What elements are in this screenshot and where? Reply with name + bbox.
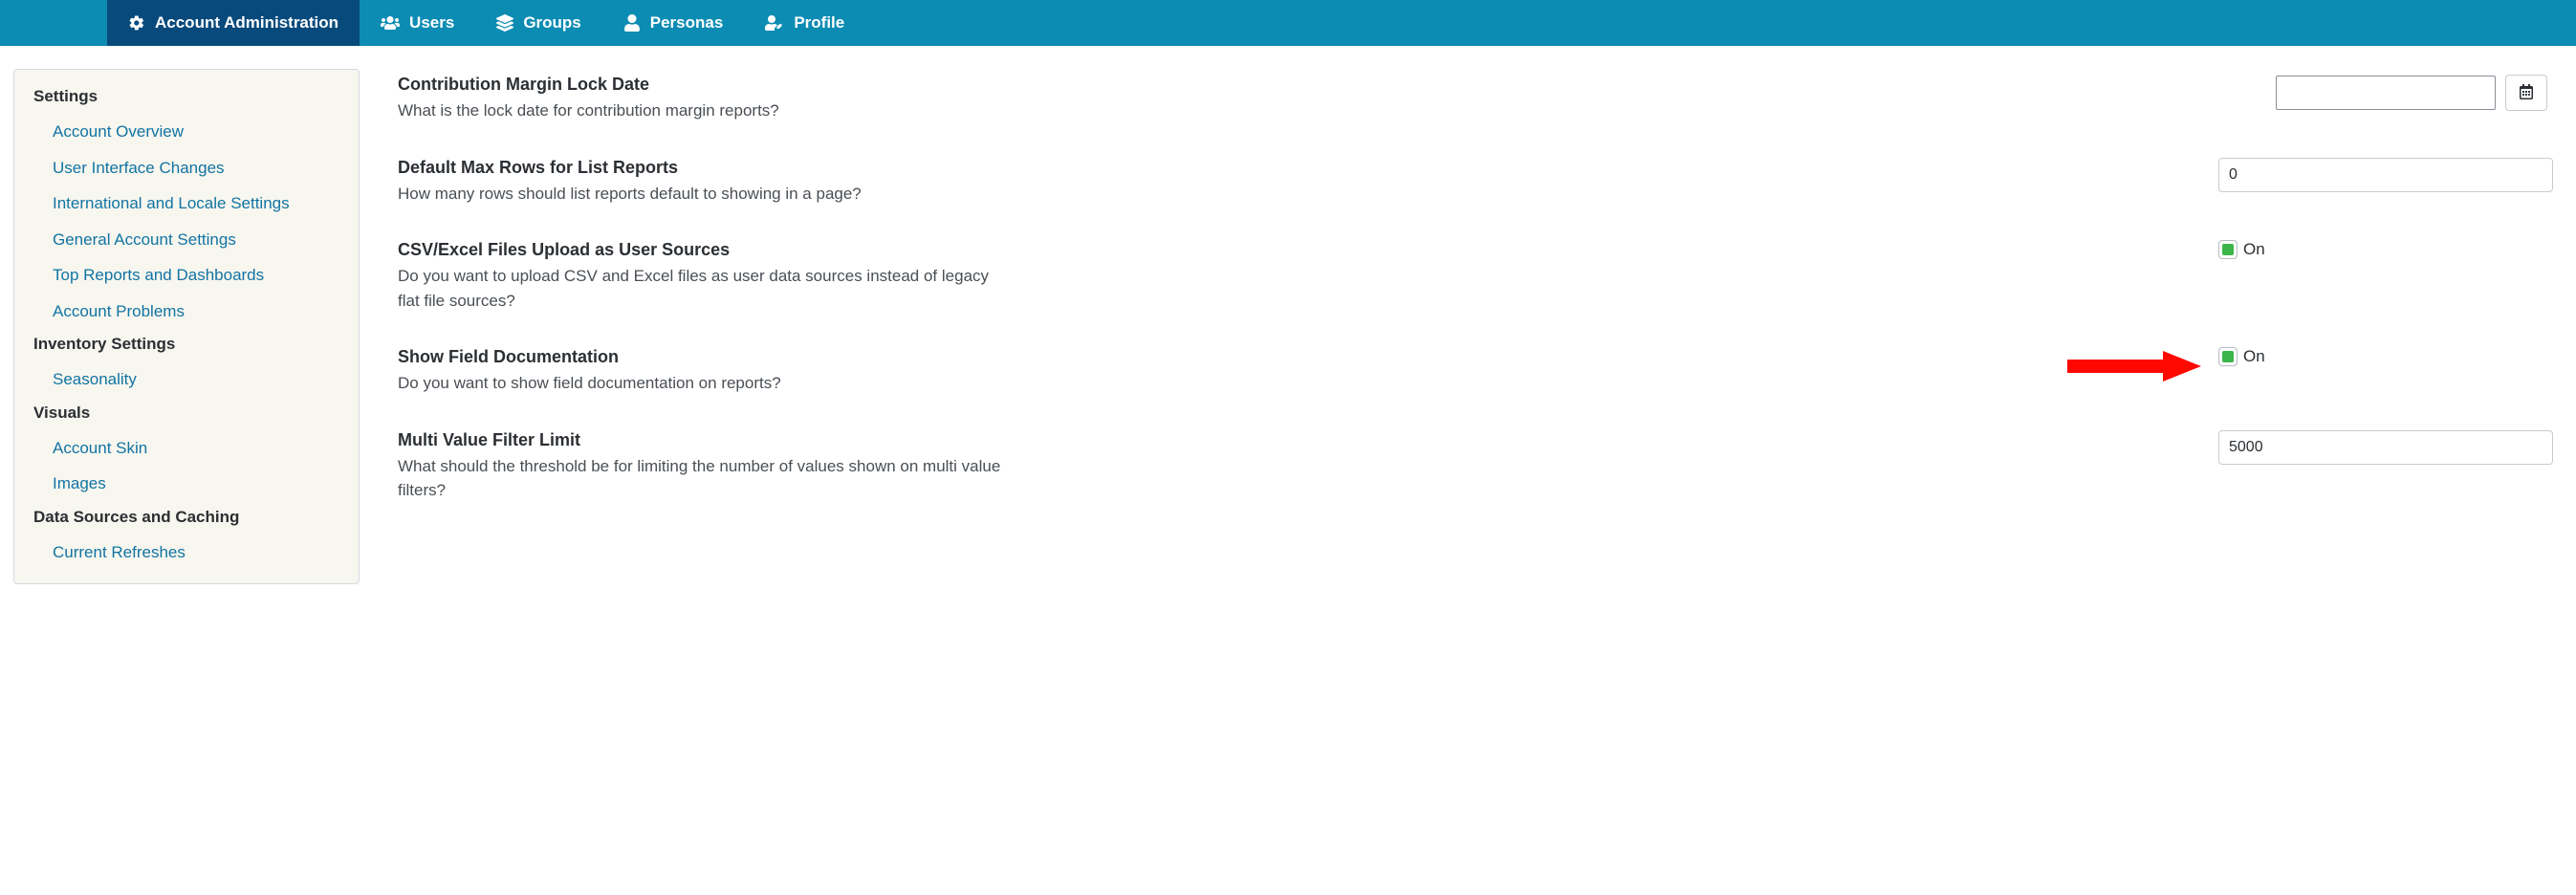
nav-users-label: Users bbox=[409, 13, 454, 33]
nav-groups[interactable]: Groups bbox=[475, 0, 601, 46]
nav-personas-label: Personas bbox=[650, 13, 724, 33]
setting-filter-limit-desc: What should the threshold be for limitin… bbox=[398, 454, 1010, 503]
setting-csv-title: CSV/Excel Files Upload as User Sources bbox=[398, 240, 1010, 260]
settings-main: Contribution Margin Lock Date What is th… bbox=[398, 69, 2563, 584]
setting-lock-date: Contribution Margin Lock Date What is th… bbox=[398, 75, 2553, 123]
nav-users[interactable]: Users bbox=[360, 0, 475, 46]
sidebar-item-account-overview[interactable]: Account Overview bbox=[14, 114, 359, 150]
setting-filter-limit: Multi Value Filter Limit What should the… bbox=[398, 430, 2553, 503]
user-edit-icon bbox=[765, 15, 784, 31]
sidebar-item-seasonality[interactable]: Seasonality bbox=[14, 361, 359, 398]
sidebar-item-account-problems[interactable]: Account Problems bbox=[14, 294, 359, 330]
sidebar-section-datasources: Data Sources and Caching bbox=[14, 508, 359, 535]
setting-max-rows: Default Max Rows for List Reports How ma… bbox=[398, 158, 2553, 207]
filter-limit-input[interactable] bbox=[2218, 430, 2553, 465]
annotation-arrow-icon bbox=[2067, 349, 2201, 383]
sidebar-item-top-reports[interactable]: Top Reports and Dashboards bbox=[14, 257, 359, 294]
sidebar-section-visuals: Visuals bbox=[14, 404, 359, 430]
nav-groups-label: Groups bbox=[523, 13, 580, 33]
nav-profile[interactable]: Profile bbox=[744, 0, 865, 46]
field-doc-toggle[interactable]: On bbox=[2218, 347, 2265, 366]
id-badge-icon bbox=[623, 14, 641, 32]
nav-account-admin[interactable]: Account Administration bbox=[107, 0, 360, 46]
setting-lock-date-title: Contribution Margin Lock Date bbox=[398, 75, 1010, 95]
setting-field-doc-desc: Do you want to show field documentation … bbox=[398, 371, 1010, 396]
sidebar-section-inventory: Inventory Settings bbox=[14, 335, 359, 361]
sidebar-section-settings: Settings bbox=[14, 87, 359, 114]
settings-sidebar: Settings Account Overview User Interface… bbox=[13, 69, 360, 584]
users-icon bbox=[381, 15, 400, 31]
layers-icon bbox=[496, 14, 513, 32]
max-rows-input[interactable] bbox=[2218, 158, 2553, 192]
checkbox-on-icon bbox=[2218, 347, 2238, 366]
sidebar-item-current-refreshes[interactable]: Current Refreshes bbox=[14, 535, 359, 571]
nav-profile-label: Profile bbox=[794, 13, 844, 33]
calendar-icon bbox=[2519, 84, 2534, 102]
checkbox-on-icon bbox=[2218, 240, 2238, 259]
field-doc-state: On bbox=[2243, 347, 2265, 366]
setting-csv-desc: Do you want to upload CSV and Excel file… bbox=[398, 264, 1010, 313]
sidebar-item-intl-locale[interactable]: International and Locale Settings bbox=[14, 186, 359, 222]
gear-icon bbox=[128, 14, 145, 32]
setting-max-rows-title: Default Max Rows for List Reports bbox=[398, 158, 1010, 178]
setting-csv-upload: CSV/Excel Files Upload as User Sources D… bbox=[398, 240, 2553, 313]
setting-field-doc: Show Field Documentation Do you want to … bbox=[398, 347, 2553, 396]
nav-personas[interactable]: Personas bbox=[602, 0, 745, 46]
csv-upload-state: On bbox=[2243, 240, 2265, 259]
sidebar-item-ui-changes[interactable]: User Interface Changes bbox=[14, 150, 359, 186]
setting-max-rows-desc: How many rows should list reports defaul… bbox=[398, 182, 1010, 207]
csv-upload-toggle[interactable]: On bbox=[2218, 240, 2265, 259]
setting-lock-date-desc: What is the lock date for contribution m… bbox=[398, 98, 1010, 123]
setting-field-doc-title: Show Field Documentation bbox=[398, 347, 1010, 367]
sidebar-item-general-account[interactable]: General Account Settings bbox=[14, 222, 359, 258]
sidebar-item-images[interactable]: Images bbox=[14, 466, 359, 502]
sidebar-item-account-skin[interactable]: Account Skin bbox=[14, 430, 359, 467]
lock-date-input[interactable] bbox=[2276, 76, 2496, 110]
page-body: Settings Account Overview User Interface… bbox=[0, 46, 2576, 584]
setting-filter-limit-title: Multi Value Filter Limit bbox=[398, 430, 1010, 450]
lock-date-calendar-button[interactable] bbox=[2505, 75, 2547, 111]
nav-account-admin-label: Account Administration bbox=[155, 13, 338, 33]
topnav: Account Administration Users Groups Pers… bbox=[0, 0, 2576, 46]
